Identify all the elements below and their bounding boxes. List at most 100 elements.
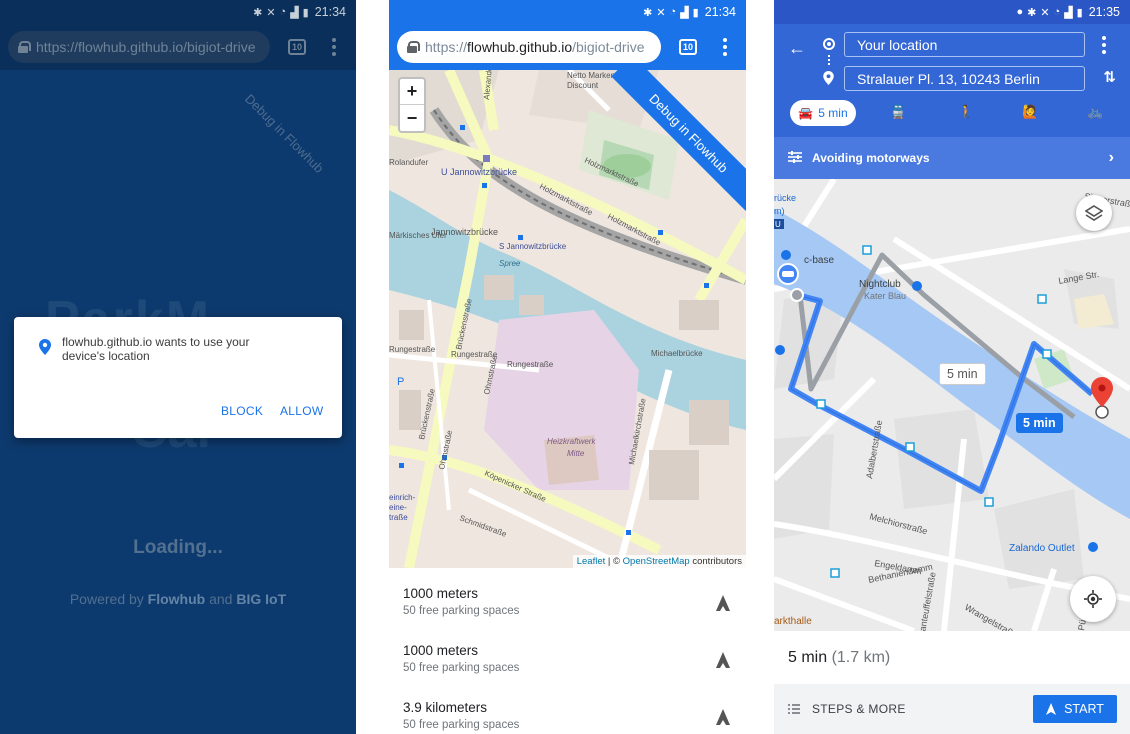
mute-icon: ✕ bbox=[1040, 6, 1050, 19]
debug-ribbon[interactable]: Debug in Flowhub bbox=[242, 91, 327, 176]
walk-icon: 🚶 bbox=[958, 104, 975, 119]
navigate-arrow-icon[interactable] bbox=[716, 595, 730, 611]
destination-pin-icon bbox=[823, 71, 834, 85]
tab-rideshare[interactable]: 🙋 bbox=[1022, 104, 1038, 120]
my-location-button[interactable] bbox=[1070, 576, 1116, 622]
route-options-bar[interactable]: Avoiding motorways › bbox=[774, 137, 1130, 179]
chevron-right-icon: › bbox=[1108, 149, 1114, 166]
alt-route-time[interactable]: 5 min bbox=[939, 363, 986, 385]
bluetooth-icon: ✱ bbox=[1027, 6, 1037, 19]
tune-icon bbox=[788, 151, 802, 163]
back-arrow-icon[interactable]: ← bbox=[788, 38, 806, 59]
layers-button[interactable] bbox=[1076, 195, 1112, 231]
svg-text:rücke: rücke bbox=[774, 193, 796, 203]
svg-text:Rungestraße: Rungestraße bbox=[507, 360, 554, 369]
tab-drive[interactable]: 🚘 5 min bbox=[790, 100, 856, 126]
tab-transit[interactable]: 🚆 bbox=[890, 104, 906, 120]
url-scheme: https:// bbox=[425, 39, 468, 55]
parking-result-item[interactable]: 1000 meters 50 free parking spaces bbox=[389, 568, 746, 625]
leaflet-link[interactable]: Leaflet bbox=[577, 556, 606, 567]
wifi-icon: ◔ bbox=[1053, 6, 1061, 18]
browser-menu-button[interactable] bbox=[715, 38, 735, 56]
url-bar[interactable]: https://flowhub.github.io/bigiot-drive bbox=[8, 31, 270, 63]
allow-button[interactable]: ALLOW bbox=[280, 404, 324, 418]
location-permission-dialog: flowhub.github.io wants to use your devi… bbox=[14, 317, 342, 438]
navigate-arrow-icon[interactable] bbox=[716, 709, 730, 725]
zoom-in-button[interactable]: + bbox=[400, 79, 424, 105]
mute-icon: ✕ bbox=[656, 6, 666, 19]
status-time: 21:35 bbox=[1088, 5, 1120, 19]
parking-result-item[interactable]: 1000 meters 50 free parking spaces bbox=[389, 625, 746, 682]
car-icon: 🚘 bbox=[798, 106, 814, 120]
bluetooth-icon: ✱ bbox=[253, 6, 263, 19]
svg-text:einrich-: einrich- bbox=[389, 493, 416, 502]
svg-text:Nightclub: Nightclub bbox=[859, 279, 901, 290]
status-bar: ✱ ✕ ◔ ▟ ▮ 21:34 bbox=[0, 0, 356, 24]
powered-bigiot: BIG IoT bbox=[236, 591, 287, 607]
route-map[interactable]: Singerstraße c-base Nightclub Kater Blau… bbox=[774, 179, 1130, 631]
tab-switcher-button[interactable]: 10 bbox=[288, 39, 306, 55]
layers-icon bbox=[1085, 205, 1103, 221]
permission-message: flowhub.github.io wants to use your devi… bbox=[62, 335, 250, 363]
svg-text:S Jannowitzbrücke: S Jannowitzbrücke bbox=[499, 242, 567, 251]
swap-icon[interactable]: ⇅ bbox=[1103, 68, 1116, 86]
osm-link[interactable]: OpenStreetMap bbox=[623, 556, 690, 567]
powered-prefix: Powered by bbox=[69, 591, 144, 607]
route-summary-panel: 5 min (1.7 km) STEPS & MORE START bbox=[774, 631, 1130, 734]
browser-toolbar: https://flowhub.github.io/bigiot-drive 1… bbox=[0, 24, 356, 70]
distance-value: (1.7 km) bbox=[831, 649, 891, 666]
result-spaces: 50 free parking spaces bbox=[403, 605, 520, 617]
navigate-arrow-icon[interactable] bbox=[716, 652, 730, 668]
status-bar: ● ✱ ✕ ◔ ▟ ▮ 21:35 bbox=[774, 0, 1130, 24]
bluetooth-icon: ✱ bbox=[643, 6, 653, 19]
url-scheme: https:// bbox=[36, 39, 79, 55]
navigation-arrow-icon bbox=[1046, 703, 1057, 715]
origin-field[interactable]: Your location bbox=[844, 32, 1085, 57]
svg-text:U Jannowitzbrücke: U Jannowitzbrücke bbox=[441, 167, 517, 177]
svg-text:m): m) bbox=[774, 206, 785, 216]
tab-switcher-button[interactable]: 10 bbox=[679, 39, 697, 55]
result-spaces: 50 free parking spaces bbox=[403, 662, 520, 674]
route-duration: 5 min (1.7 km) bbox=[788, 649, 890, 667]
tab-bike[interactable]: 🚲 bbox=[1087, 104, 1103, 120]
route-actions-bar: STEPS & MORE START bbox=[774, 684, 1130, 734]
svg-text:Märkisches Ufer: Märkisches Ufer bbox=[389, 231, 447, 240]
browser-menu-button[interactable] bbox=[324, 38, 344, 56]
attrib-sep: | © bbox=[605, 556, 623, 567]
powered-and: and bbox=[209, 591, 233, 607]
parking-result-item[interactable]: 3.9 kilometers 50 free parking spaces bbox=[389, 682, 746, 734]
svg-text:Mitte: Mitte bbox=[567, 449, 585, 458]
leaflet-map[interactable]: Netto Marken- Discount U Jannowitzbrücke… bbox=[389, 70, 746, 568]
signal-icon: ▟ bbox=[1064, 6, 1073, 19]
loading-text: Loading... bbox=[133, 537, 223, 558]
svg-text:eine-: eine- bbox=[389, 503, 407, 512]
url-host: flowhub.github.io bbox=[467, 39, 573, 55]
steps-label: STEPS & MORE bbox=[812, 702, 906, 716]
start-label: START bbox=[1064, 702, 1104, 716]
tab-walk[interactable]: 🚶 bbox=[958, 104, 974, 120]
url-bar[interactable]: https://flowhub.github.io/bigiot-drive bbox=[397, 31, 661, 63]
duration-value: 5 min bbox=[788, 649, 828, 666]
steps-more-button[interactable]: STEPS & MORE bbox=[788, 702, 906, 716]
map-tiles: Singerstraße c-base Nightclub Kater Blau… bbox=[774, 179, 1130, 631]
lock-icon bbox=[407, 41, 420, 53]
start-button[interactable]: START bbox=[1033, 695, 1117, 723]
result-distance: 3.9 kilometers bbox=[403, 700, 488, 715]
main-route-time[interactable]: 5 min bbox=[1016, 413, 1063, 433]
url-path: /bigiot-drive bbox=[183, 39, 256, 55]
url-path: /bigiot-drive bbox=[572, 39, 645, 55]
svg-text:traße: traße bbox=[389, 513, 408, 522]
result-spaces: 50 free parking spaces bbox=[403, 719, 520, 731]
destination-field[interactable]: Stralauer Pl. 13, 10243 Berlin bbox=[844, 66, 1085, 91]
svg-text:arkthalle: arkthalle bbox=[774, 616, 812, 627]
zoom-out-button[interactable]: − bbox=[400, 105, 424, 131]
browser-toolbar: https://flowhub.github.io/bigiot-drive 1… bbox=[389, 24, 746, 70]
svg-text:Discount: Discount bbox=[567, 81, 599, 90]
signal-icon: ▟ bbox=[290, 6, 299, 19]
directions-menu-button[interactable] bbox=[1094, 36, 1114, 54]
block-button[interactable]: BLOCK bbox=[221, 404, 263, 418]
map-attribution: Leaflet | © OpenStreetMap contributors bbox=[572, 555, 746, 568]
svg-text:Rungestraße: Rungestraße bbox=[389, 345, 436, 354]
svg-text:Spree: Spree bbox=[499, 259, 521, 268]
svg-text:Heizkraftwerk: Heizkraftwerk bbox=[547, 437, 596, 446]
